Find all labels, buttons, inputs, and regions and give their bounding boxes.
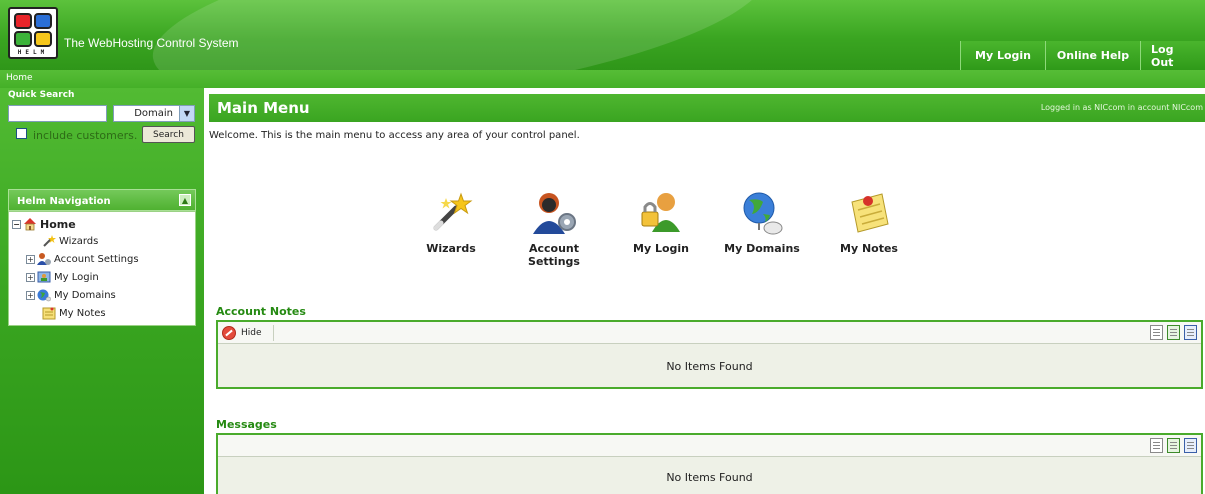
tree-item-my-notes[interactable]: My Notes [42,305,106,321]
tile-label: My Notes [840,242,898,255]
wizard-wand-icon [428,190,474,236]
home-icon [23,217,37,231]
account-notes-empty: No Items Found [666,359,753,373]
tree-expand-icon[interactable]: + [26,290,35,300]
my-login-nav-button[interactable]: My Login [960,41,1045,70]
account-settings-icon [37,252,51,266]
messages-toolbar [218,435,1201,457]
tile-account-settings[interactable]: Account Settings [514,190,594,268]
helm-logo[interactable]: HELM [8,7,58,59]
tile-my-domains[interactable]: My Domains [722,190,802,255]
export-icons [1150,325,1197,340]
breadcrumb-bar: Home [0,70,1205,88]
logo-text: HELM [17,49,49,56]
tile-my-login[interactable]: My Login [621,190,701,255]
tree-item-label: My Domains [54,289,116,301]
tree-item-home[interactable]: − Home [12,216,76,232]
tree-expand-icon[interactable]: + [26,272,35,282]
helm-navigation-title: Helm Navigation [17,196,111,207]
online-help-nav-button[interactable]: Online Help [1045,41,1140,70]
export-word-icon[interactable] [1184,325,1197,340]
tile-label: My Domains [724,242,800,255]
search-type-value: Domain [134,108,173,119]
tile-my-notes[interactable]: My Notes [829,190,909,255]
account-notes-toolbar: Hide [218,322,1201,344]
include-customers-checkbox[interactable] [16,128,27,139]
account-settings-icon [531,190,577,236]
page-title: Main Menu [217,99,310,117]
app-title: The WebHosting Control System [64,36,239,50]
tile-label: My Login [633,242,689,255]
account-notes-grid: Hide No Items Found [216,320,1203,389]
header-banner: HELM The WebHosting Control System My Lo… [0,0,1205,70]
messages-empty: No Items Found [666,470,753,484]
tree-item-wizards[interactable]: Wizards [42,233,98,249]
search-button[interactable]: Search [142,126,195,143]
quick-search-title: Quick Search [8,90,75,100]
tree-expand-icon[interactable]: + [26,254,35,264]
tree-item-label: Account Settings [54,253,139,265]
wizard-wand-icon [42,234,56,248]
messages-title: Messages [216,418,277,431]
globe-icon [739,190,785,236]
quick-search-input[interactable] [8,105,107,122]
export-excel-icon[interactable] [1167,438,1180,453]
export-excel-icon[interactable] [1167,325,1180,340]
account-notes-title: Account Notes [216,305,306,318]
include-customers-label: include customers. [33,129,138,142]
export-text-icon[interactable] [1150,325,1163,340]
search-type-select[interactable]: Domain ▼ [113,105,195,122]
notes-icon [42,306,56,320]
collapse-icon[interactable]: ▲ [179,194,191,206]
sidebar: Quick Search Domain ▼ include customers.… [0,88,204,494]
tree-item-label: My Login [54,271,99,283]
welcome-text: Welcome. This is the main menu to access… [209,130,580,141]
navigation-tree: − Home Wizards + Account Settings + My L… [8,211,196,326]
tree-item-account-settings[interactable]: + Account Settings [26,251,139,267]
chevron-down-icon[interactable]: ▼ [179,106,194,121]
header-swoosh [142,0,778,70]
hide-button[interactable]: Hide [222,326,262,340]
top-nav: My Login Online Help Log Out [960,41,1205,70]
tile-label: Account Settings [528,242,580,268]
tile-label: Wizards [426,242,476,255]
toolbar-divider [273,325,274,341]
notes-icon [846,190,892,236]
tree-item-label: Wizards [59,235,99,247]
messages-grid: No Items Found [216,433,1203,494]
breadcrumb-home[interactable]: Home [6,73,33,83]
tree-collapse-icon[interactable]: − [12,219,21,229]
tree-item-label: Home [40,217,76,231]
hide-label: Hide [241,328,262,338]
tile-wizards[interactable]: Wizards [411,190,491,255]
my-login-icon [638,190,684,236]
hide-icon [222,326,236,340]
logged-in-status: Logged in as NICcom in account NICcom [1040,103,1203,112]
export-text-icon[interactable] [1150,438,1163,453]
my-login-icon [37,270,51,284]
export-icons [1150,438,1197,453]
helm-navigation-header: Helm Navigation ▲ [8,189,196,211]
tree-item-my-login[interactable]: + My Login [26,269,99,285]
main-header: Main Menu Logged in as NICcom in account… [209,94,1205,122]
tree-item-my-domains[interactable]: + My Domains [26,287,116,303]
globe-icon [37,288,52,302]
log-out-nav-button[interactable]: Log Out [1140,41,1205,70]
export-word-icon[interactable] [1184,438,1197,453]
tree-item-label: My Notes [59,307,106,319]
